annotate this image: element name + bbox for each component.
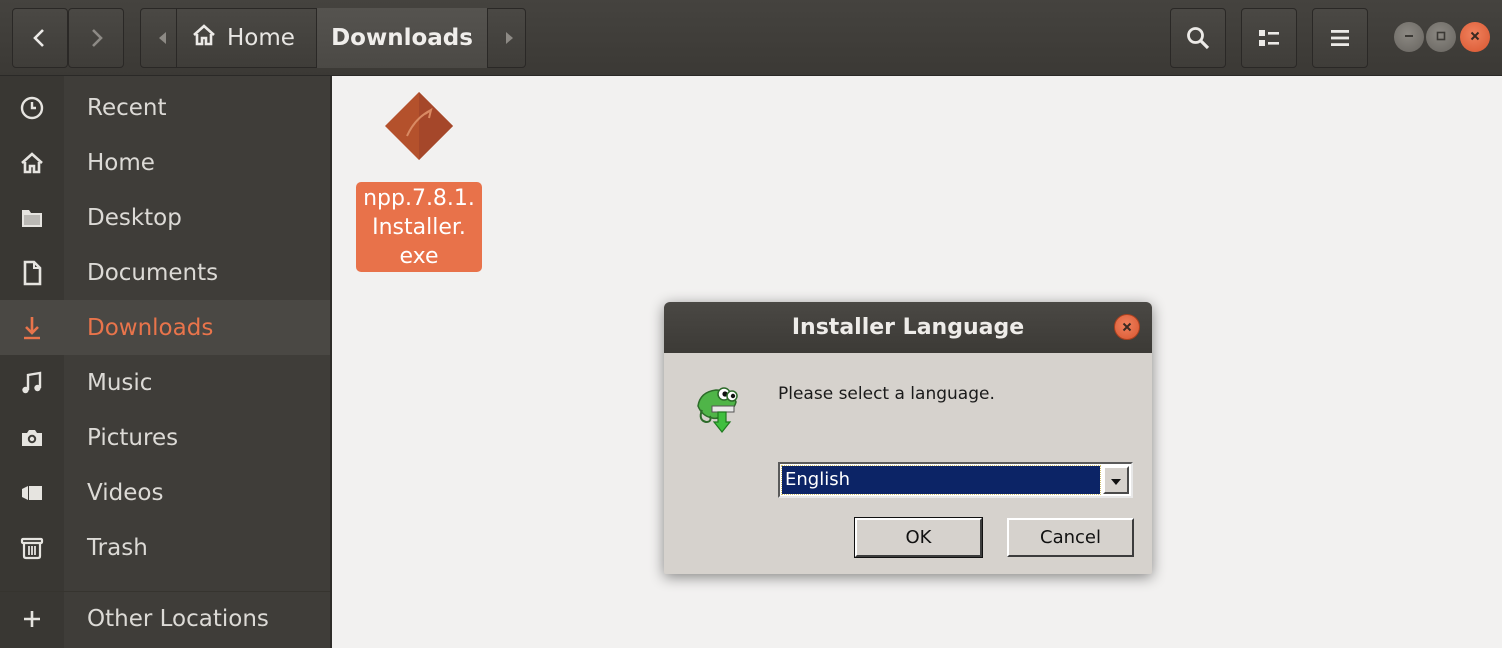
home-icon <box>191 23 217 53</box>
dialog-title: Installer Language <box>791 315 1025 340</box>
dialog-message: Please select a language. <box>778 384 995 404</box>
close-icon <box>1468 28 1482 47</box>
sidebar-item-label: Videos <box>87 479 164 506</box>
sidebar-item-label: Trash <box>87 534 148 561</box>
forward-button[interactable] <box>68 8 124 68</box>
menu-icon <box>1329 28 1351 48</box>
menu-button[interactable] <box>1312 8 1368 68</box>
sidebar-item-home[interactable]: Home <box>0 135 330 190</box>
dialog-titlebar[interactable]: Installer Language <box>664 302 1152 353</box>
sidebar-item-label: Home <box>87 149 155 176</box>
triangle-right-icon <box>505 25 515 51</box>
maximize-button[interactable] <box>1426 22 1456 52</box>
sidebar-item-label: Downloads <box>87 314 214 341</box>
dialog-close-button[interactable] <box>1114 314 1140 340</box>
ok-button[interactable]: OK <box>854 517 983 558</box>
notepad-plus-plus-chameleon-icon <box>688 376 748 436</box>
file-name: npp.7.8.1. Installer. exe <box>356 182 482 272</box>
document-icon <box>17 258 47 288</box>
camera-icon <box>17 423 47 453</box>
trash-icon <box>17 533 47 563</box>
breadcrumb-scroll-right[interactable] <box>496 8 524 68</box>
sidebar: Recent Home Desktop Documents Downloads … <box>0 76 330 648</box>
language-dropdown-button[interactable] <box>1103 466 1129 494</box>
plus-icon <box>17 604 47 634</box>
language-select-value: English <box>781 465 1101 495</box>
forward-icon <box>85 27 107 49</box>
breadcrumb-downloads[interactable]: Downloads <box>316 8 488 68</box>
sidebar-item-trash[interactable]: Trash <box>0 520 330 575</box>
file-name-line: exe <box>399 244 439 269</box>
breadcrumb-home[interactable]: Home <box>176 8 316 68</box>
clock-icon <box>17 93 47 123</box>
sidebar-item-videos[interactable]: Videos <box>0 465 330 520</box>
cancel-button[interactable]: Cancel <box>1007 518 1134 557</box>
sidebar-item-desktop[interactable]: Desktop <box>0 190 330 245</box>
header-bar: Home Downloads <box>0 0 1502 76</box>
home-icon <box>17 148 47 178</box>
back-icon <box>29 27 51 49</box>
sidebar-item-music[interactable]: Music <box>0 355 330 410</box>
music-icon <box>17 368 47 398</box>
triangle-left-icon <box>157 25 167 51</box>
back-button[interactable] <box>12 8 68 68</box>
breadcrumb-scroll-left[interactable] <box>148 8 176 68</box>
view-toggle-button[interactable] <box>1241 8 1297 68</box>
folder-icon <box>17 203 47 233</box>
chevron-down-icon <box>1110 471 1122 490</box>
breadcrumb-home-label: Home <box>227 25 295 51</box>
cancel-button-label: Cancel <box>1040 527 1101 548</box>
sidebar-item-label: Documents <box>87 259 219 286</box>
file-name-line: npp.7.8.1. <box>363 186 475 211</box>
sidebar-item-label: Music <box>87 369 153 396</box>
search-icon <box>1185 25 1211 51</box>
close-button[interactable] <box>1460 22 1490 52</box>
sidebar-item-downloads[interactable]: Downloads <box>0 300 330 355</box>
maximize-icon <box>1434 28 1448 47</box>
minimize-button[interactable] <box>1394 22 1424 52</box>
ok-button-label: OK <box>905 527 932 548</box>
sidebar-item-label: Other Locations <box>87 605 269 632</box>
breadcrumb-downloads-label: Downloads <box>331 25 473 51</box>
sidebar-item-label: Recent <box>87 94 167 121</box>
sidebar-item-documents[interactable]: Documents <box>0 245 330 300</box>
search-button[interactable] <box>1170 8 1226 68</box>
wine-exe-icon <box>381 88 457 168</box>
minimize-icon <box>1402 28 1416 47</box>
sidebar-item-pictures[interactable]: Pictures <box>0 410 330 465</box>
sidebar-item-other-locations[interactable]: Other Locations <box>0 591 330 646</box>
file-name-line: Installer. <box>372 215 466 240</box>
close-icon <box>1121 318 1133 337</box>
sidebar-item-recent[interactable]: Recent <box>0 80 330 135</box>
download-icon <box>17 313 47 343</box>
sidebar-item-label: Desktop <box>87 204 182 231</box>
video-icon <box>17 478 47 508</box>
window-controls <box>1392 22 1492 54</box>
sidebar-item-label: Pictures <box>87 424 179 451</box>
installer-language-dialog: Installer Language Please select a langu… <box>664 302 1152 574</box>
view-list-icon <box>1257 27 1281 49</box>
language-select[interactable]: English <box>778 462 1133 498</box>
